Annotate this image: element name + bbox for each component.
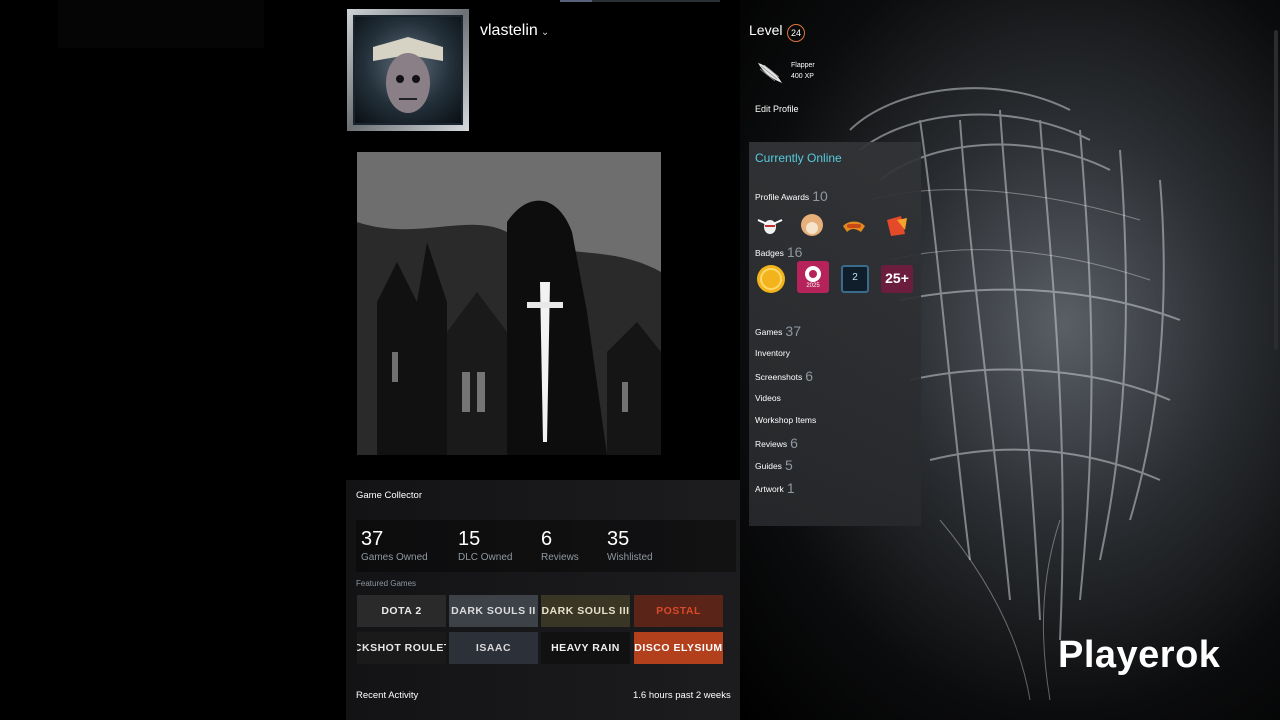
profile-awards-link[interactable]: Profile Awards 10 xyxy=(755,188,828,204)
inventory-link[interactable]: Inventory xyxy=(755,348,790,358)
corgi-award-icon[interactable] xyxy=(797,210,827,240)
stat-value: 35 xyxy=(607,528,630,550)
stat-value: 15 xyxy=(458,528,481,550)
bee-award-icon[interactable] xyxy=(755,210,785,240)
stat-label: Wishlisted xyxy=(607,552,653,563)
showcase-title: Game Collector xyxy=(356,490,422,501)
section-count: 16 xyxy=(786,244,803,260)
stat-label: Reviews xyxy=(541,552,579,563)
link-count: 37 xyxy=(785,323,801,339)
stat-value: 6 xyxy=(541,528,553,550)
avatar-frame[interactable] xyxy=(347,9,469,131)
recent-activity-label: Recent Activity xyxy=(356,690,419,701)
link-label: Videos xyxy=(755,393,781,403)
link-count: 5 xyxy=(784,457,793,473)
reviews-link[interactable]: Reviews 6 xyxy=(755,435,798,451)
workshop-items-link[interactable]: Workshop Items xyxy=(755,415,816,425)
game-tile-isaac[interactable]: ISAAC xyxy=(449,632,538,664)
game-tile-dota2[interactable]: DOTA 2 xyxy=(357,595,446,627)
game-tile-heavy-rain[interactable]: HEAVY RAIN xyxy=(541,632,630,664)
games-link[interactable]: Games 37 xyxy=(755,323,801,339)
link-count: 6 xyxy=(805,368,814,384)
stat-dlc-owned[interactable]: 15 DLC Owned xyxy=(458,528,512,563)
number-badge-icon[interactable]: 2 xyxy=(839,263,871,295)
link-label: Guides xyxy=(755,461,782,471)
featured-games-label: Featured Games xyxy=(356,579,417,588)
badge-years-text: 25+ xyxy=(885,270,909,286)
game-tile-dark-souls-2[interactable]: DARK SOULS II xyxy=(449,595,538,627)
faded-panel xyxy=(58,0,264,48)
stat-value: 37 xyxy=(361,528,384,550)
link-label: Inventory xyxy=(755,348,790,358)
badge-year-text: 2025 xyxy=(806,283,820,289)
stat-label: Games Owned xyxy=(361,552,428,563)
link-label: Workshop Items xyxy=(755,415,817,425)
top-divider-accent xyxy=(560,0,592,2)
recent-activity-hours: 1.6 hours past 2 weeks xyxy=(633,690,731,701)
badges-link[interactable]: Badges 16 xyxy=(755,244,802,260)
gold-coin-badge-icon[interactable] xyxy=(755,263,787,295)
featured-artwork[interactable] xyxy=(357,152,661,455)
link-count: 6 xyxy=(790,435,798,451)
game-tile-postal[interactable]: POSTAL xyxy=(634,595,723,627)
link-label: Reviews xyxy=(755,439,788,449)
game-tile-disco-elysium[interactable]: DISCO ELYSIUM xyxy=(634,632,723,664)
watermark-logo: Playerok xyxy=(1058,634,1221,676)
game-tile-buckshot-roulette[interactable]: BUCKSHOT ROULETTE xyxy=(357,632,446,664)
guides-link[interactable]: Guides 5 xyxy=(755,457,793,473)
link-count: 1 xyxy=(786,480,795,496)
favorite-badge-name: Flapper xyxy=(791,62,815,69)
page-scrollbar[interactable] xyxy=(1274,30,1278,350)
persona-name-text: vlastelin xyxy=(480,22,538,39)
level-label: Level xyxy=(749,22,783,38)
badge-number-text: 2 xyxy=(852,272,858,283)
game-tile-dark-souls-3[interactable]: DARK SOULS III xyxy=(541,595,630,627)
videos-link[interactable]: Videos xyxy=(755,393,781,403)
screenshots-link[interactable]: Screenshots 6 xyxy=(755,368,813,384)
level-badge[interactable]: 24 xyxy=(787,24,805,42)
wing-icon[interactable] xyxy=(755,57,785,87)
online-status: Currently Online xyxy=(755,151,842,165)
hotdog-award-icon[interactable] xyxy=(839,210,869,240)
avatar xyxy=(353,15,463,125)
link-label: Games xyxy=(755,327,783,337)
stat-games-owned[interactable]: 37 Games Owned xyxy=(361,528,428,563)
stat-label: DLC Owned xyxy=(458,552,513,563)
stat-reviews[interactable]: 6 Reviews xyxy=(541,528,579,563)
steam-2025-badge-icon[interactable]: 2025 xyxy=(797,261,829,293)
link-label: Artwork xyxy=(755,484,784,494)
trophy-award-icon[interactable] xyxy=(881,210,911,240)
section-count: 10 xyxy=(812,188,828,204)
chevron-down-icon: ⌄ xyxy=(540,27,550,38)
link-label: Screenshots xyxy=(755,372,803,382)
years-badge-icon[interactable]: 25+ xyxy=(881,263,913,295)
stat-wishlisted[interactable]: 35 Wishlisted xyxy=(607,528,653,563)
favorite-badge-xp: 400 XP xyxy=(791,73,814,80)
section-label-text: Badges xyxy=(755,248,784,258)
persona-name[interactable]: vlastelin ⌄ xyxy=(480,22,549,40)
edit-profile-button[interactable]: Edit Profile xyxy=(755,104,799,114)
section-label-text: Profile Awards xyxy=(755,192,810,202)
artwork-link[interactable]: Artwork 1 xyxy=(755,480,795,496)
